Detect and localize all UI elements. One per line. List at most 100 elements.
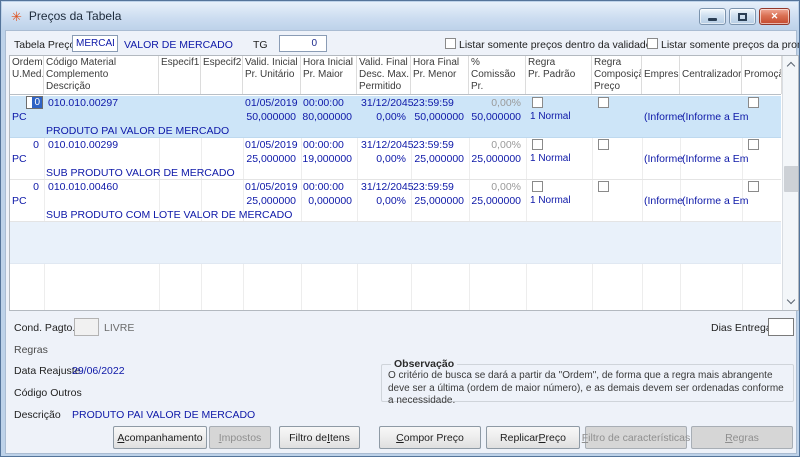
col-header-valid-final[interactable]: Valid. Final Desc. Max. Permitido [357,56,411,94]
regra-cell: 1 Normal [530,153,571,164]
promocao-checkbox[interactable] [742,138,782,152]
valid-inicial-cell: 01/05/2019 [245,139,298,151]
col-header-hora-final[interactable]: Hora Final Pr. Menor [411,56,469,94]
col-header-especif2[interactable]: Especif2 [201,56,243,94]
pr-maior-cell: 80,000000 [302,111,352,123]
window-precos-da-tabela: ✳ Preços da Tabela ✕ Tabela Preço VALOR … [0,0,800,457]
tabela-preco-descricao: VALOR DE MERCADO [124,39,233,51]
hora-inicial-cell: 00:00:00 [303,97,344,109]
centralizadora-cell: (Informe a Em [682,111,749,123]
hora-final-cell: 23:59:59 [413,97,454,109]
pr-unitario-cell: 25,000000 [246,195,296,207]
vertical-scrollbar[interactable] [782,56,798,310]
maximize-icon [738,12,747,21]
tabela-preco-label: Tabela Preço [14,39,76,51]
pr-maior-cell: 0,000000 [308,195,352,207]
col-header-valid-inicial[interactable]: Valid. Inicial Pr. Unitário [243,56,301,94]
checkbox-somente-promocao-label: Listar somente preços da promoção [661,39,799,51]
codigo-outros-label: Código Outros [14,387,82,399]
chevron-up-icon [786,61,796,71]
scrollbar-thumb[interactable] [784,166,798,192]
regra-composicao-checkbox[interactable] [592,180,642,194]
empresa-cell: (Informe [644,111,684,123]
tg-input[interactable] [279,35,327,52]
pr-menor-cell: 25,000000 [414,153,464,165]
dias-entrega-label: Dias Entrega [711,322,772,334]
filtro-de-itens-button[interactable]: Filtro de Itens [279,426,360,449]
pr-menor-cell: 25,000000 [414,195,464,207]
col-header-centralizadora[interactable]: Centralizadora [680,56,742,94]
impostos-button: Impostos [209,426,271,449]
descricao-cell: SUB PRODUTO COM LOTE VALOR DE MERCADO [46,209,293,221]
pr-maior-cell: 19,000000 [302,153,352,165]
comissao-cell: 0,00% [491,139,521,151]
hora-inicial-cell: 00:00:00 [303,139,344,151]
valid-final-cell: 31/12/2045 [361,97,414,109]
pr-desconto-cell: 25,000000 [471,195,521,207]
ordem-cell-editor[interactable]: 0 [26,96,43,109]
regra-composicao-checkbox[interactable] [592,96,642,110]
col-header-ordem-umed[interactable]: Ordem U.Med. [10,56,44,94]
data-reajuste-label: Data Reajuste [14,365,81,377]
table-row[interactable]: 0 010.010.00297 01/05/2019 00:00:00 31/1… [10,96,781,138]
regras-button: Regras [691,426,793,449]
dias-entrega-input[interactable] [768,318,794,336]
regra-padrao-checkbox[interactable] [526,180,592,194]
cond-pagto-input[interactable] [74,318,99,336]
empresa-cell: (Informe [644,153,684,165]
close-icon: ✕ [770,11,779,21]
pr-menor-cell: 50,000000 [414,111,464,123]
pr-desconto-cell: 25,000000 [471,153,521,165]
replicar-preco-button[interactable]: Replicar Preço [486,426,580,449]
ordem-cell[interactable]: 0 [10,96,44,110]
col-header-empresa[interactable]: Empresa [642,56,680,94]
col-header-comissao[interactable]: % Comissão Pr. Desconto [469,56,526,94]
comissao-cell: 0,00% [491,181,521,193]
tg-label: TG [253,39,268,51]
promocao-checkbox[interactable] [742,180,782,194]
col-header-especif1[interactable]: Especif1 [159,56,201,94]
promocao-checkbox[interactable] [742,96,782,110]
table-row[interactable]: 0 010.010.00299 01/05/2019 00:00:00 31/1… [10,138,781,180]
desc-max-cell: 0,00% [376,195,406,207]
desc-max-cell: 0,00% [376,111,406,123]
regra-padrao-checkbox[interactable] [526,96,592,110]
col-header-regra-composicao[interactable]: Regra Composição Preço [592,56,642,94]
col-header-regra-padrao[interactable]: Regra Pr. Padrão [526,56,592,94]
data-reajuste-value: 29/06/2022 [72,365,125,377]
regra-cell: 1 Normal [530,195,571,206]
regra-composicao-checkbox[interactable] [592,138,642,152]
checkbox-somente-validade[interactable] [445,38,456,49]
compor-preco-button[interactable]: Compor Preço [379,426,481,449]
valid-final-cell: 31/12/2045 [361,139,414,151]
close-button[interactable]: ✕ [759,8,790,25]
table-row[interactable]: 0 010.010.00460 01/05/2019 00:00:00 31/1… [10,180,781,222]
minimize-icon [708,18,717,21]
titlebar: ✳ Preços da Tabela ✕ [2,2,798,30]
maximize-button[interactable] [729,8,756,25]
window-title: Preços da Tabela [28,9,122,23]
scroll-down-button[interactable] [783,293,798,310]
acompanhamento-button[interactable]: Acompanhamento [113,426,207,449]
scroll-up-button[interactable] [783,56,798,73]
checkbox-somente-promocao[interactable] [647,38,658,49]
col-header-hora-inicial[interactable]: Hora Inicial Pr. Maior [301,56,357,94]
valid-final-cell: 31/12/2045 [361,181,414,193]
col-header-promocao[interactable]: Promoção [742,56,782,94]
observacao-title: Observação [394,358,455,370]
empty-row-band [10,222,781,264]
valid-inicial-cell: 01/05/2019 [245,181,298,193]
regras-label: Regras [14,344,48,356]
observacao-text: O critério de busca se dará a partir da … [388,370,784,406]
col-header-codigo-material[interactable]: Código Material Complemento Descrição [44,56,159,94]
pr-unitario-cell: 25,000000 [246,153,296,165]
client-area: Tabela Preço VALOR DE MERCADO TG Listar … [5,30,799,454]
umed-cell: PC [12,111,27,123]
descricao-label: Descrição [14,409,61,421]
tabela-preco-input[interactable] [72,35,118,52]
descricao-value: PRODUTO PAI VALOR DE MERCADO [72,409,256,421]
minimize-button[interactable] [699,8,726,25]
comissao-cell: 0,00% [491,97,521,109]
regra-padrao-checkbox[interactable] [526,138,592,152]
hora-inicial-cell: 00:00:00 [303,181,344,193]
